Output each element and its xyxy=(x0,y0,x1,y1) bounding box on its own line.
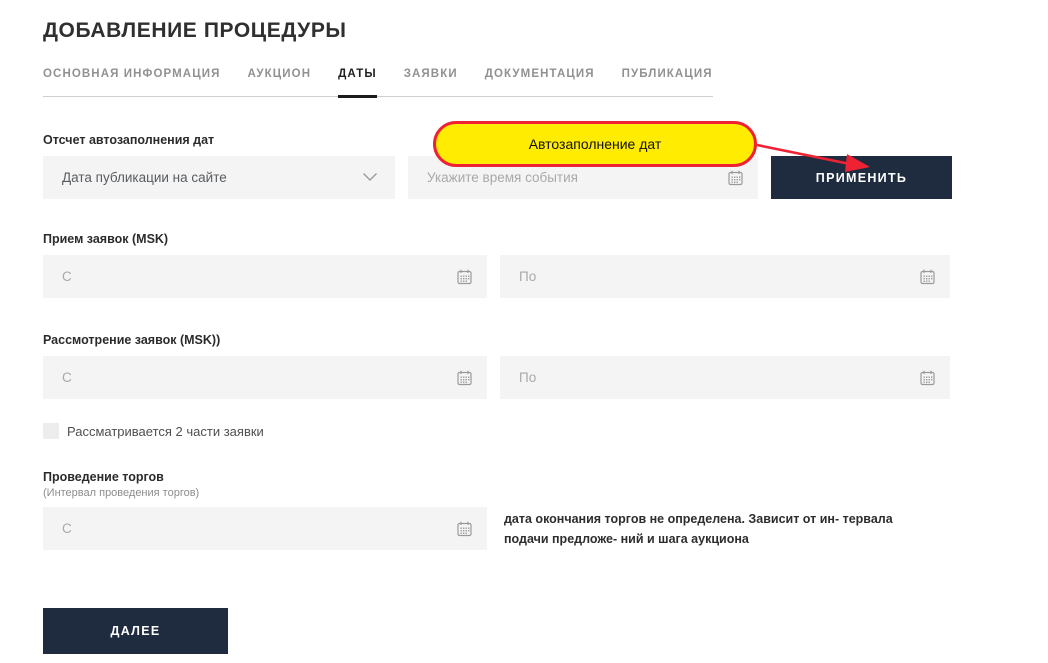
calendar-icon[interactable] xyxy=(919,268,936,285)
bidding-end-note: дата окончания торгов не определена. Зав… xyxy=(504,509,936,549)
calendar-icon[interactable] xyxy=(456,369,473,386)
calendar-icon[interactable] xyxy=(456,268,473,285)
autofill-origin-select-value: Дата публикации на сайте xyxy=(62,170,227,185)
two-parts-checkbox[interactable] xyxy=(43,423,59,439)
tab-bar: ОСНОВНАЯ ИНФОРМАЦИЯ АУКЦИОН ДАТЫ ЗАЯВКИ … xyxy=(43,68,713,97)
bidding-group: Проведение торгов (Интервал проведения т… xyxy=(43,470,993,550)
bidding-from-input[interactable] xyxy=(43,507,487,550)
tab-auction[interactable]: АУКЦИОН xyxy=(247,68,311,98)
chevron-down-icon xyxy=(362,170,378,185)
two-parts-label: Рассматривается 2 части заявки xyxy=(67,424,264,439)
applications-group: Прием заявок (MSK) xyxy=(43,232,993,298)
applications-to-input[interactable] xyxy=(500,255,950,298)
applications-from-input[interactable] xyxy=(43,255,487,298)
review-from-input[interactable] xyxy=(43,356,487,399)
review-label: Рассмотрение заявок (MSK)) xyxy=(43,333,993,347)
review-to-input[interactable] xyxy=(500,356,950,399)
next-button[interactable]: ДАЛЕЕ xyxy=(43,608,228,654)
autofill-callout-bubble: Автозаполнение дат xyxy=(433,121,757,167)
page-content: ДОБАВЛЕНИЕ ПРОЦЕДУРЫ ОСНОВНАЯ ИНФОРМАЦИЯ… xyxy=(0,19,993,654)
bidding-sublabel: (Интервал проведения торгов) xyxy=(43,487,993,499)
calendar-icon[interactable] xyxy=(727,169,744,186)
review-group: Рассмотрение заявок (MSK)) Рассмат xyxy=(43,333,993,439)
tab-applications[interactable]: ЗАЯВКИ xyxy=(404,68,458,98)
bidding-label: Проведение торгов xyxy=(43,470,993,484)
two-parts-row: Рассматривается 2 части заявки xyxy=(43,423,993,439)
applications-label: Прием заявок (MSK) xyxy=(43,232,993,246)
tab-publication[interactable]: ПУБЛИКАЦИЯ xyxy=(622,68,713,98)
page-title: ДОБАВЛЕНИЕ ПРОЦЕДУРЫ xyxy=(43,19,993,43)
tab-dates[interactable]: ДАТЫ xyxy=(338,68,377,98)
dates-form: Отсчет автозаполнения дат Дата публикаци… xyxy=(43,133,993,654)
callout-arrow-icon xyxy=(752,135,882,177)
tab-documentation[interactable]: ДОКУМЕНТАЦИЯ xyxy=(485,68,595,98)
autofill-origin-select[interactable]: Дата публикации на сайте xyxy=(43,156,395,199)
autofill-callout-label: Автозаполнение дат xyxy=(529,136,662,152)
tab-main-info[interactable]: ОСНОВНАЯ ИНФОРМАЦИЯ xyxy=(43,68,220,98)
calendar-icon[interactable] xyxy=(456,520,473,537)
calendar-icon[interactable] xyxy=(919,369,936,386)
